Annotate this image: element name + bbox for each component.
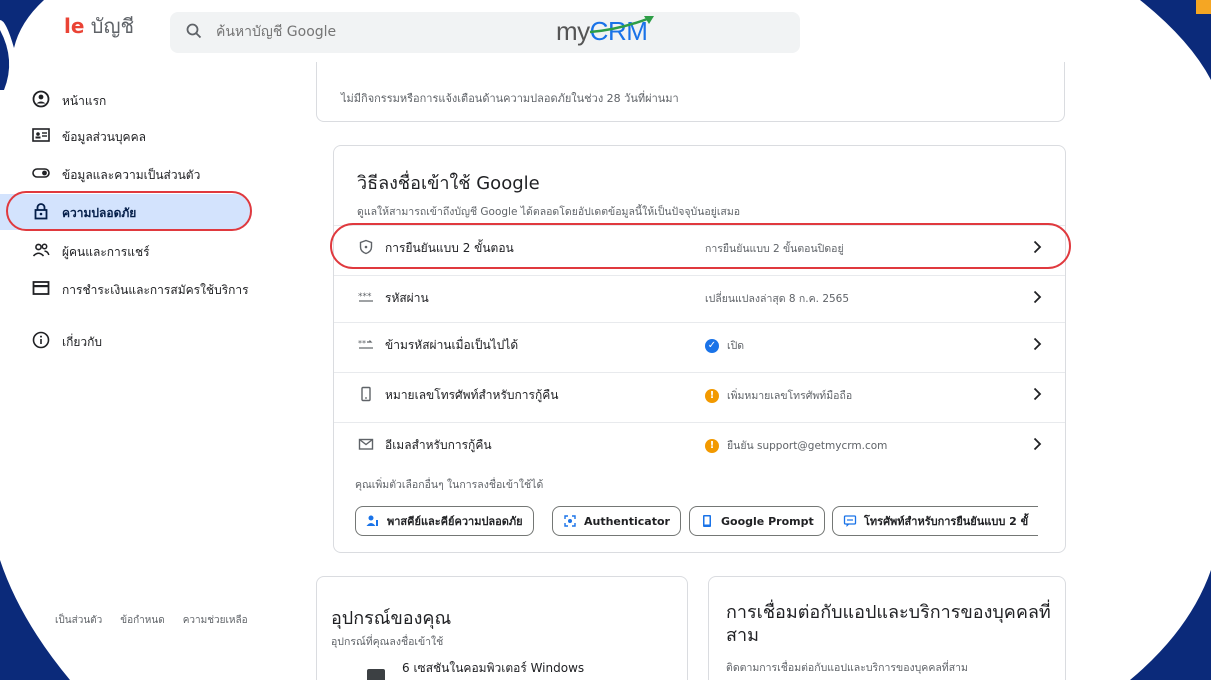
chip-google-prompt[interactable]: Google Prompt (689, 506, 825, 536)
shield-icon (359, 239, 373, 255)
personal-info-icon (32, 128, 50, 142)
chevron-right-icon (1033, 337, 1042, 351)
device-sessions: 6 เซสชันในคอมพิวเตอร์ Windows (402, 661, 585, 675)
sidebar-item-label: ข้อมูลและความเป็นส่วนตัว (62, 168, 201, 182)
sidebar-item-label: ผู้คนและการแชร์ (62, 245, 150, 259)
computer-icon (367, 669, 385, 680)
sidebar-item-personal-info[interactable]: ข้อมูลส่วนบุคคล (0, 118, 252, 154)
sms-icon (843, 515, 857, 527)
row-recovery-phone[interactable]: หมายเลขโทรศัพท์สำหรับการกู้คืน ! เพิ่มหมา… (334, 372, 1065, 414)
sidebar-item-label: ข้อมูลส่วนบุคคล (62, 130, 146, 144)
credit-card-icon (32, 281, 50, 295)
search-input[interactable] (216, 19, 476, 45)
google-account-logo[interactable]: le บัญชี (64, 10, 134, 42)
devices-card-description: อุปกรณ์ที่คุณลงชื่อเข้าใช้ (331, 636, 444, 648)
chip-label: พาสคีย์และคีย์ความปลอดภัย (387, 515, 523, 528)
google-prompt-icon (703, 515, 711, 527)
row-label: ข้ามรหัสผ่านเมื่อเป็นไปได้ (385, 338, 519, 352)
row-value-text: เปลี่ยนแปลงล่าสุด 8 ก.ค. 2565 (705, 293, 850, 305)
signin-card-title: วิธีลงชื่อเข้าใช้ Google (357, 173, 540, 194)
activity-status-text: ไม่มีกิจกรรมหรือการแจ้งเตือนด้านความปลอด… (341, 92, 679, 105)
sidebar-item-home[interactable]: หน้าแรก (0, 82, 252, 118)
sidebar-item-security[interactable]: ความปลอดภัย (0, 194, 252, 230)
chip-sms-2sv[interactable]: โทรศัพท์สำหรับการยืนยันแบบ 2 ขั้ (832, 506, 1039, 536)
devices-card-title: อุปกรณ์ของคุณ (331, 608, 452, 629)
footer-terms-link[interactable]: ข้อกำหนด (120, 615, 164, 626)
row-recovery-email[interactable]: อีเมลสำหรับการกู้คืน ! ยืนยัน support@get… (334, 422, 1065, 464)
signin-card-description: ดูแลให้สามารถเข้าถึงบัญชี Google ได้ตลอด… (357, 206, 741, 218)
logo-account-label: บัญชี (84, 14, 135, 38)
chevron-right-icon (1033, 240, 1042, 254)
signin-methods-card: วิธีลงชื่อเข้าใช้ Google ดูแลให้สามารถเข… (333, 145, 1066, 553)
sidebar-item-label: หน้าแรก (62, 94, 107, 108)
row-label: อีเมลสำหรับการกู้คืน (385, 438, 492, 452)
warning-icon: ! (705, 388, 719, 403)
skip-password-icon: ** (358, 339, 373, 349)
top-bar: le บัญชี myCRM (0, 0, 1211, 62)
home-icon (32, 90, 50, 108)
sidebar-footer: เป็นส่วนตัว ข้อกำหนด ความช่วยเหลือ (55, 613, 266, 628)
search-icon[interactable] (186, 23, 202, 43)
warning-icon: ! (705, 438, 719, 453)
row-label: รหัสผ่าน (385, 291, 429, 305)
search-bar[interactable] (170, 12, 800, 53)
signin-option-chips: พาสคีย์และคีย์ความปลอดภัย Authenticator … (355, 506, 1045, 538)
password-icon: *** (358, 292, 373, 302)
row-two-step-verification[interactable]: การยืนยันแบบ 2 ขั้นตอน การยืนยันแบบ 2 ขั… (334, 225, 1065, 267)
sidebar-item-label: เกี่ยวกับ (62, 335, 103, 349)
sidebar-item-payments[interactable]: การชำระเงินและการสมัครใช้บริการ (0, 271, 252, 307)
row-value: เปลี่ยนแปลงล่าสุด 8 ก.ค. 2565 (705, 290, 849, 307)
row-value-text: เปิด (727, 340, 745, 352)
authenticator-icon (564, 515, 576, 527)
logo-google-fragment: le (64, 14, 85, 38)
chevron-right-icon (1033, 437, 1042, 451)
more-options-hint: คุณเพิ่มตัวเลือกอื่นๆ ในการลงชื่อเข้าใช้… (355, 479, 544, 491)
chip-passkeys[interactable]: พาสคีย์และคีย์ความปลอดภัย (355, 506, 534, 536)
sidebar-item-label: การชำระเงินและการสมัครใช้บริการ (62, 283, 249, 297)
security-activity-card: ไม่มีกิจกรรมหรือการแจ้งเตือนด้านความปลอด… (316, 62, 1065, 122)
row-password[interactable]: *** รหัสผ่าน เปลี่ยนแปลงล่าสุด 8 ก.ค. 25… (334, 275, 1065, 317)
row-label: หมายเลขโทรศัพท์สำหรับการกู้คืน (385, 388, 559, 402)
brand-arrow-icon (589, 16, 654, 34)
sidebar-item-data-privacy[interactable]: ข้อมูลและความเป็นส่วนตัว (0, 156, 252, 192)
brand-my: my (556, 16, 590, 46)
footer-privacy-link[interactable]: เป็นส่วนตัว (55, 615, 102, 626)
row-value-text: ยืนยัน support@getmycrm.com (727, 440, 888, 452)
chip-label: โทรศัพท์สำหรับการยืนยันแบบ 2 ขั้ (864, 515, 1029, 528)
sidebar-item-label: ความปลอดภัย (62, 206, 137, 220)
third-party-card-title: การเชื่อมต่อกับแอปและบริการของบุคคลที่สา… (726, 602, 1051, 646)
phone-icon (361, 386, 371, 402)
chip-authenticator[interactable]: Authenticator (552, 506, 681, 536)
row-value-text: การยืนยันแบบ 2 ขั้นตอนปิดอยู่ (705, 243, 844, 255)
devices-card[interactable]: อุปกรณ์ของคุณ อุปกรณ์ที่คุณลงชื่อเข้าใช้… (316, 576, 688, 680)
chip-label: Google Prompt (721, 514, 814, 528)
check-circle-icon: ✓ (705, 338, 719, 353)
row-skip-password[interactable]: ** ข้ามรหัสผ่านเมื่อเป็นไปได้ ✓ เปิด (334, 322, 1065, 364)
row-value: ✓ เปิด (705, 337, 744, 354)
info-icon (32, 331, 50, 349)
row-label: การยืนยันแบบ 2 ขั้นตอน (385, 241, 514, 255)
row-value-text: เพิ่มหมายเลขโทรศัพท์มือถือ (727, 390, 853, 402)
footer-help-link[interactable]: ความช่วยเหลือ (183, 615, 248, 626)
row-value: การยืนยันแบบ 2 ขั้นตอนปิดอยู่ (705, 240, 844, 257)
svg-text:**: ** (358, 339, 366, 348)
third-party-connections-card[interactable]: การเชื่อมต่อกับแอปและบริการของบุคคลที่สา… (708, 576, 1066, 680)
chip-label: Authenticator (584, 514, 670, 528)
chevron-right-icon (1033, 290, 1042, 304)
row-value: ! ยืนยัน support@getmycrm.com (705, 437, 887, 454)
row-value: ! เพิ่มหมายเลขโทรศัพท์มือถือ (705, 387, 852, 404)
sidebar-item-about[interactable]: เกี่ยวกับ (0, 323, 252, 359)
third-party-card-description: ติดตามการเชื่อมต่อกับแอปและบริการของบุคค… (726, 662, 968, 674)
people-icon (32, 243, 50, 257)
privacy-toggle-icon (32, 168, 50, 178)
passkey-icon (366, 515, 378, 526)
lock-icon (34, 203, 48, 220)
mail-icon (358, 438, 374, 450)
sidebar-item-people-sharing[interactable]: ผู้คนและการแชร์ (0, 233, 252, 269)
chevron-right-icon (1033, 387, 1042, 401)
